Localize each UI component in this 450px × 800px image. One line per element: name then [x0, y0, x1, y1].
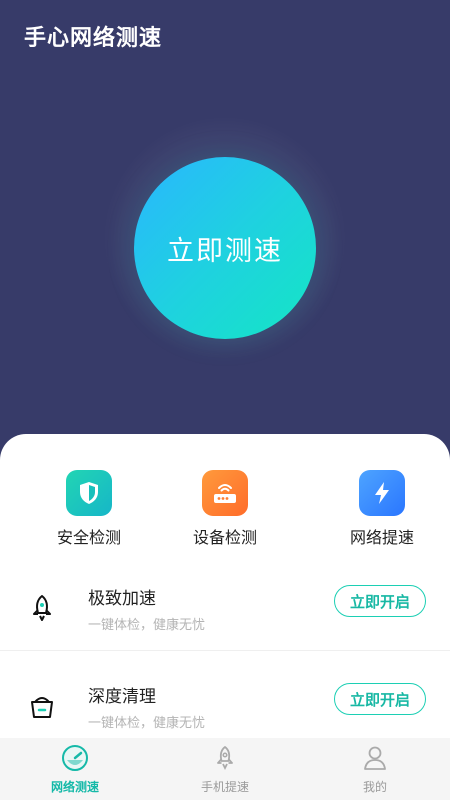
shield-icon	[66, 470, 112, 516]
tab-label: 手机提速	[200, 780, 249, 794]
rocket-icon	[26, 592, 58, 624]
start-speedtest-button[interactable]: 立即测速	[134, 157, 316, 339]
tool-title: 深度清理	[88, 687, 156, 707]
tab-network-speedtest[interactable]: 网络测速	[30, 744, 120, 795]
rocket-icon	[211, 744, 239, 772]
feature-network-boost[interactable]: 网络提速	[327, 470, 437, 548]
start-boost-button[interactable]: 立即开启	[334, 585, 426, 617]
feature-label: 网络提速	[349, 528, 414, 547]
feature-label: 安全检测	[56, 528, 121, 547]
tab-phone-boost[interactable]: 手机提速	[180, 744, 270, 795]
tool-subtitle: 一键体检，健康无忧	[88, 618, 206, 633]
feature-grid: 安全检测 设备检测 网络提速	[0, 470, 450, 550]
tool-subtitle: 一键体检，健康无忧	[88, 716, 206, 731]
start-clean-button[interactable]: 立即开启	[334, 683, 426, 715]
tool-title: 极致加速	[88, 589, 156, 609]
divider	[0, 650, 450, 651]
lightning-icon	[359, 470, 405, 516]
tab-label: 网络测速	[50, 780, 99, 794]
bottom-tab-bar: 网络测速 手机提速 我的	[0, 738, 450, 800]
router-icon	[202, 470, 248, 516]
feature-label: 设备检测	[192, 528, 257, 547]
user-icon	[361, 744, 389, 772]
feature-security-check[interactable]: 安全检测	[34, 470, 144, 548]
app-title: 手心网络测速	[24, 26, 163, 51]
feature-device-check[interactable]: 设备检测	[170, 470, 280, 548]
tab-profile[interactable]: 我的	[330, 744, 420, 795]
tool-row-extreme-boost: 极致加速 一键体检，健康无忧 立即开启	[0, 568, 450, 668]
clean-bag-icon	[26, 690, 58, 722]
tab-label: 我的	[362, 780, 387, 794]
speedometer-icon	[61, 744, 89, 772]
